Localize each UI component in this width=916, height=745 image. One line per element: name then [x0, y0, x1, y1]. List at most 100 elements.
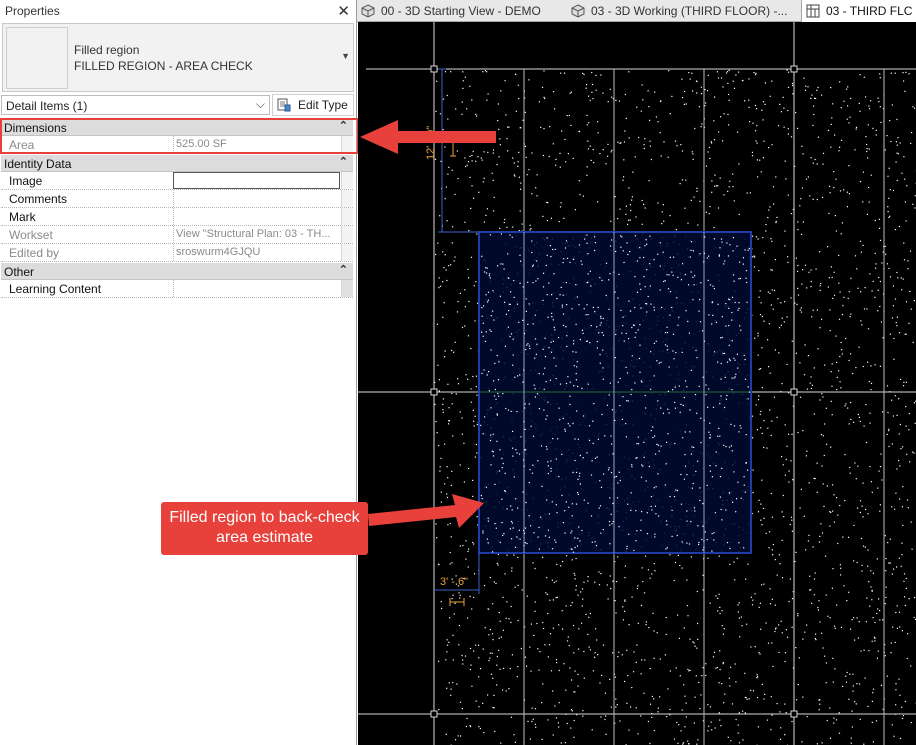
collapse-icon[interactable]: ⌃ — [339, 119, 348, 132]
hatch-speckle — [690, 199, 692, 201]
hatch-speckle — [513, 554, 515, 556]
type-selector[interactable]: Filled region FILLED REGION - AREA CHECK… — [2, 23, 354, 92]
hatch-speckle — [625, 423, 627, 425]
chevron-down-icon[interactable]: ⌵ — [256, 97, 265, 112]
dropdown-arrow-icon[interactable]: ▼ — [341, 51, 350, 61]
hatch-speckle — [716, 666, 719, 669]
hatch-speckle — [517, 165, 519, 167]
hatch-speckle — [743, 484, 745, 486]
hatch-speckle — [896, 118, 898, 121]
hatch-speckle — [486, 131, 488, 133]
hatch-speckle — [827, 286, 829, 288]
hatch-speckle — [434, 403, 436, 405]
hatch-speckle — [616, 704, 618, 706]
hatch-speckle — [699, 298, 701, 301]
hatch-speckle — [879, 619, 881, 621]
tab-3d-working[interactable]: 03 - 3D Working (THIRD FLOOR) -... — [567, 0, 801, 22]
hatch-speckle — [600, 315, 602, 318]
hatch-speckle — [895, 161, 897, 163]
hatch-speckle — [867, 361, 869, 363]
hatch-speckle — [456, 683, 458, 685]
category-identity-data[interactable]: Identity Data ⌃ — [1, 155, 353, 172]
hatch-speckle — [837, 514, 839, 516]
hatch-speckle — [859, 511, 861, 514]
category-dimensions[interactable]: Dimensions ⌃ — [1, 119, 353, 136]
hatch-speckle — [566, 257, 569, 259]
tab-3d-starting-view[interactable]: 00 - 3D Starting View - DEMO — [357, 0, 567, 22]
comments-value-field[interactable] — [173, 190, 340, 207]
hatch-speckle — [825, 662, 827, 664]
hatch-speckle — [647, 295, 649, 298]
hatch-speckle — [601, 413, 603, 416]
hatch-speckle — [642, 99, 644, 101]
hatch-speckle — [528, 345, 530, 347]
hatch-speckle — [729, 360, 731, 362]
category-other[interactable]: Other ⌃ — [1, 263, 353, 280]
scrollbar-thumb[interactable] — [341, 280, 353, 297]
row-scrollbar — [341, 226, 353, 243]
hatch-speckle — [653, 487, 655, 489]
hatch-speckle — [863, 425, 865, 427]
hatch-speckle — [494, 730, 496, 732]
hatch-speckle — [814, 158, 816, 161]
hatch-speckle — [666, 716, 668, 718]
collapse-icon[interactable]: ⌃ — [339, 155, 348, 168]
drawing-canvas[interactable]: 12' - 0" 3' - 6" — [358, 22, 916, 745]
hatch-speckle — [809, 195, 811, 197]
hatch-speckle — [484, 340, 487, 342]
instance-filter-select[interactable]: Detail Items (1) ⌵ — [1, 95, 270, 115]
hatch-speckle — [833, 722, 835, 724]
hatch-speckle — [729, 244, 731, 246]
hatch-speckle — [594, 581, 596, 583]
tab-third-floor-plan[interactable]: 03 - THIRD FLC — [801, 0, 916, 22]
hatch-speckle — [895, 683, 897, 685]
hatch-speckle — [577, 438, 579, 440]
hatch-speckle — [685, 716, 687, 718]
hatch-speckle — [600, 317, 602, 319]
edit-type-button[interactable]: Edit Type — [272, 94, 354, 116]
hatch-speckle — [592, 420, 594, 422]
hatch-speckle — [540, 445, 543, 447]
collapse-icon[interactable]: ⌃ — [339, 263, 348, 276]
hatch-speckle — [755, 72, 757, 74]
hatch-speckle — [744, 672, 746, 674]
image-value-field[interactable] — [173, 172, 340, 189]
mark-value-field[interactable] — [173, 208, 340, 225]
hatch-speckle — [904, 201, 906, 203]
hatch-speckle — [588, 646, 590, 648]
hatch-speckle — [673, 738, 676, 740]
hatch-speckle — [724, 376, 726, 378]
hatch-speckle — [448, 166, 450, 168]
hatch-speckle — [671, 306, 673, 309]
hatch-speckle — [673, 256, 675, 258]
hatch-speckle — [515, 73, 517, 75]
hatch-speckle — [694, 394, 697, 396]
hatch-speckle — [812, 162, 814, 164]
properties-title: Properties — [5, 4, 60, 18]
hatch-speckle — [836, 376, 838, 378]
hatch-speckle — [841, 349, 843, 351]
hatch-speckle — [437, 242, 439, 244]
hatch-speckle — [596, 347, 598, 349]
hatch-speckle — [600, 573, 602, 575]
hatch-speckle — [759, 653, 761, 655]
hatch-speckle — [910, 521, 912, 523]
hatch-speckle — [490, 315, 492, 317]
hatch-speckle — [897, 137, 899, 139]
hatch-speckle — [529, 738, 531, 740]
hatch-speckle — [563, 72, 566, 74]
hatch-speckle — [771, 144, 773, 146]
close-icon[interactable]: ✕ — [337, 2, 350, 20]
hatch-speckle — [686, 510, 688, 512]
hatch-speckle — [669, 670, 671, 672]
hatch-speckle — [496, 562, 498, 564]
hatch-speckle — [625, 332, 627, 334]
hatch-speckle — [498, 128, 500, 130]
hatch-speckle — [532, 265, 534, 267]
hatch-speckle — [577, 673, 579, 675]
hatch-speckle — [461, 101, 463, 103]
learning-content-value[interactable] — [173, 280, 340, 297]
hatch-speckle — [502, 689, 504, 691]
hatch-speckle — [785, 178, 787, 180]
hatch-speckle — [457, 301, 459, 303]
